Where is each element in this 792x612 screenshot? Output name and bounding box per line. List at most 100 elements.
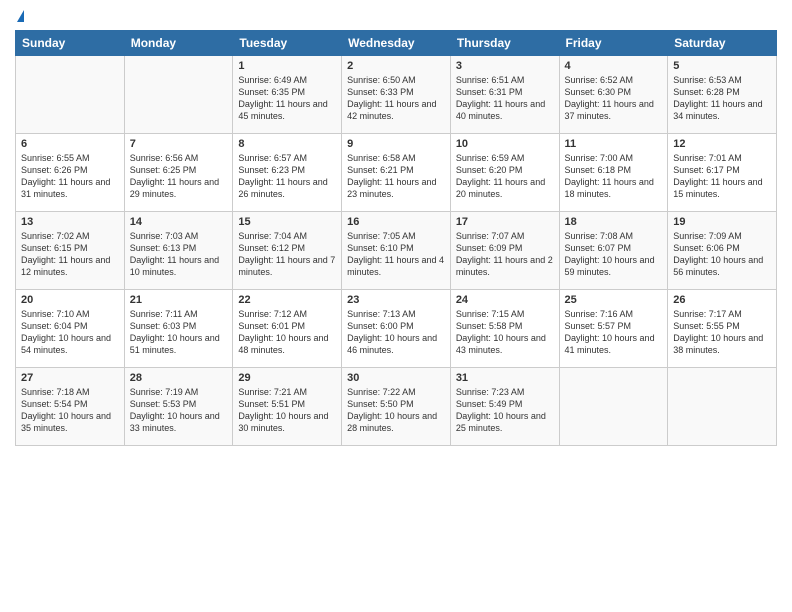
cell-content: Sunrise: 7:01 AM Sunset: 6:17 PM Dayligh… — [673, 152, 771, 201]
day-number: 17 — [456, 216, 554, 228]
header-cell-thursday: Thursday — [450, 31, 559, 56]
calendar-cell: 31Sunrise: 7:23 AM Sunset: 5:49 PM Dayli… — [450, 368, 559, 446]
day-number: 4 — [565, 60, 663, 72]
calendar-cell: 13 Sunrise: 7:02 AM Sunset: 6:15 PM Dayli… — [16, 212, 125, 290]
header-cell-sunday: Sunday — [16, 31, 125, 56]
day-number: 15 — [238, 216, 336, 228]
header-row: SundayMondayTuesdayWednesdayThursdayFrid… — [16, 31, 777, 56]
cell-content: Sunrise: 6:56 AM Sunset: 6:25 PM Dayligh… — [130, 152, 228, 201]
cell-content: Sunrise: 7:21 AM Sunset: 5:51 PM Dayligh… — [238, 386, 336, 435]
cell-content: Sunrise: 7:07 AM Sunset: 6:09 PM Dayligh… — [456, 230, 554, 279]
cell-content: Sunrise: 7:09 AM Sunset: 6:06 PM Dayligh… — [673, 230, 771, 279]
calendar-cell: 24 Sunrise: 7:15 AM Sunset: 5:58 PM Dayli… — [450, 290, 559, 368]
cell-content: Sunrise: 6:57 AM Sunset: 6:23 PM Dayligh… — [238, 152, 336, 201]
cell-content: Sunrise: 6:50 AM Sunset: 6:33 PM Dayligh… — [347, 74, 445, 123]
day-number: 12 — [673, 138, 771, 150]
cell-content: Sunrise: 7:11 AM Sunset: 6:03 PM Dayligh… — [130, 308, 228, 357]
calendar-cell: 14 Sunrise: 7:03 AM Sunset: 6:13 PM Dayli… — [124, 212, 233, 290]
day-number: 9 — [347, 138, 445, 150]
calendar-cell — [559, 368, 668, 446]
calendar-cell — [668, 368, 777, 446]
calendar-body: 1 Sunrise: 6:49 AM Sunset: 6:35 PM Daylig… — [16, 56, 777, 446]
cell-content: Sunrise: 6:55 AM Sunset: 6:26 PM Dayligh… — [21, 152, 119, 201]
cell-content: Sunrise: 6:52 AM Sunset: 6:30 PM Dayligh… — [565, 74, 663, 123]
day-number: 30 — [347, 372, 445, 384]
cell-content: Sunrise: 6:59 AM Sunset: 6:20 PM Dayligh… — [456, 152, 554, 201]
calendar-cell: 30Sunrise: 7:22 AM Sunset: 5:50 PM Dayli… — [342, 368, 451, 446]
cell-content: Sunrise: 6:51 AM Sunset: 6:31 PM Dayligh… — [456, 74, 554, 123]
day-number: 21 — [130, 294, 228, 306]
calendar-cell: 3Sunrise: 6:51 AM Sunset: 6:31 PM Daylig… — [450, 56, 559, 134]
calendar-cell: 6 Sunrise: 6:55 AM Sunset: 6:26 PM Daylig… — [16, 134, 125, 212]
calendar-cell: 8 Sunrise: 6:57 AM Sunset: 6:23 PM Daylig… — [233, 134, 342, 212]
day-number: 18 — [565, 216, 663, 228]
day-number: 22 — [238, 294, 336, 306]
calendar-cell: 12 Sunrise: 7:01 AM Sunset: 6:17 PM Dayli… — [668, 134, 777, 212]
day-number: 13 — [21, 216, 119, 228]
calendar-cell: 5 Sunrise: 6:53 AM Sunset: 6:28 PM Daylig… — [668, 56, 777, 134]
logo-triangle-icon — [17, 10, 24, 22]
cell-content: Sunrise: 7:23 AM Sunset: 5:49 PM Dayligh… — [456, 386, 554, 435]
calendar-table: SundayMondayTuesdayWednesdayThursdayFrid… — [15, 30, 777, 446]
cell-content: Sunrise: 7:13 AM Sunset: 6:00 PM Dayligh… — [347, 308, 445, 357]
calendar-cell: 26Sunrise: 7:17 AM Sunset: 5:55 PM Dayli… — [668, 290, 777, 368]
day-number: 29 — [238, 372, 336, 384]
day-number: 6 — [21, 138, 119, 150]
day-number: 14 — [130, 216, 228, 228]
day-number: 25 — [565, 294, 663, 306]
calendar-cell: 10 Sunrise: 6:59 AM Sunset: 6:20 PM Dayli… — [450, 134, 559, 212]
calendar-cell: 22Sunrise: 7:12 AM Sunset: 6:01 PM Dayli… — [233, 290, 342, 368]
header — [15, 10, 777, 22]
calendar-cell: 9 Sunrise: 6:58 AM Sunset: 6:21 PM Daylig… — [342, 134, 451, 212]
calendar-cell: 2 Sunrise: 6:50 AM Sunset: 6:33 PM Daylig… — [342, 56, 451, 134]
page-container: SundayMondayTuesdayWednesdayThursdayFrid… — [0, 0, 792, 456]
calendar-cell: 28 Sunrise: 7:19 AM Sunset: 5:53 PM Dayli… — [124, 368, 233, 446]
calendar-cell — [124, 56, 233, 134]
day-number: 23 — [347, 294, 445, 306]
cell-content: Sunrise: 7:02 AM Sunset: 6:15 PM Dayligh… — [21, 230, 119, 279]
cell-content: Sunrise: 7:05 AM Sunset: 6:10 PM Dayligh… — [347, 230, 445, 279]
day-number: 1 — [238, 60, 336, 72]
calendar-cell: 11Sunrise: 7:00 AM Sunset: 6:18 PM Dayli… — [559, 134, 668, 212]
week-row-4: 20Sunrise: 7:10 AM Sunset: 6:04 PM Dayli… — [16, 290, 777, 368]
day-number: 28 — [130, 372, 228, 384]
calendar-cell: 7 Sunrise: 6:56 AM Sunset: 6:25 PM Daylig… — [124, 134, 233, 212]
header-cell-monday: Monday — [124, 31, 233, 56]
day-number: 10 — [456, 138, 554, 150]
calendar-cell: 19Sunrise: 7:09 AM Sunset: 6:06 PM Dayli… — [668, 212, 777, 290]
day-number: 5 — [673, 60, 771, 72]
day-number: 8 — [238, 138, 336, 150]
day-number: 2 — [347, 60, 445, 72]
cell-content: Sunrise: 6:58 AM Sunset: 6:21 PM Dayligh… — [347, 152, 445, 201]
header-cell-wednesday: Wednesday — [342, 31, 451, 56]
calendar-cell: 20Sunrise: 7:10 AM Sunset: 6:04 PM Dayli… — [16, 290, 125, 368]
cell-content: Sunrise: 7:03 AM Sunset: 6:13 PM Dayligh… — [130, 230, 228, 279]
week-row-3: 13 Sunrise: 7:02 AM Sunset: 6:15 PM Dayli… — [16, 212, 777, 290]
day-number: 16 — [347, 216, 445, 228]
calendar-cell: 16 Sunrise: 7:05 AM Sunset: 6:10 PM Dayli… — [342, 212, 451, 290]
calendar-header: SundayMondayTuesdayWednesdayThursdayFrid… — [16, 31, 777, 56]
cell-content: Sunrise: 7:08 AM Sunset: 6:07 PM Dayligh… — [565, 230, 663, 279]
cell-content: Sunrise: 7:04 AM Sunset: 6:12 PM Dayligh… — [238, 230, 336, 279]
calendar-cell: 1 Sunrise: 6:49 AM Sunset: 6:35 PM Daylig… — [233, 56, 342, 134]
calendar-cell: 15 Sunrise: 7:04 AM Sunset: 6:12 PM Dayli… — [233, 212, 342, 290]
calendar-cell: 17 Sunrise: 7:07 AM Sunset: 6:09 PM Dayli… — [450, 212, 559, 290]
calendar-cell: 25Sunrise: 7:16 AM Sunset: 5:57 PM Dayli… — [559, 290, 668, 368]
calendar-cell — [16, 56, 125, 134]
day-number: 27 — [21, 372, 119, 384]
calendar-cell: 23 Sunrise: 7:13 AM Sunset: 6:00 PM Dayli… — [342, 290, 451, 368]
header-cell-friday: Friday — [559, 31, 668, 56]
day-number: 7 — [130, 138, 228, 150]
cell-content: Sunrise: 7:19 AM Sunset: 5:53 PM Dayligh… — [130, 386, 228, 435]
cell-content: Sunrise: 6:49 AM Sunset: 6:35 PM Dayligh… — [238, 74, 336, 123]
week-row-5: 27 Sunrise: 7:18 AM Sunset: 5:54 PM Dayli… — [16, 368, 777, 446]
day-number: 24 — [456, 294, 554, 306]
cell-content: Sunrise: 7:15 AM Sunset: 5:58 PM Dayligh… — [456, 308, 554, 357]
cell-content: Sunrise: 6:53 AM Sunset: 6:28 PM Dayligh… — [673, 74, 771, 123]
cell-content: Sunrise: 7:18 AM Sunset: 5:54 PM Dayligh… — [21, 386, 119, 435]
cell-content: Sunrise: 7:00 AM Sunset: 6:18 PM Dayligh… — [565, 152, 663, 201]
cell-content: Sunrise: 7:10 AM Sunset: 6:04 PM Dayligh… — [21, 308, 119, 357]
calendar-cell: 27 Sunrise: 7:18 AM Sunset: 5:54 PM Dayli… — [16, 368, 125, 446]
logo — [15, 10, 24, 22]
cell-content: Sunrise: 7:17 AM Sunset: 5:55 PM Dayligh… — [673, 308, 771, 357]
